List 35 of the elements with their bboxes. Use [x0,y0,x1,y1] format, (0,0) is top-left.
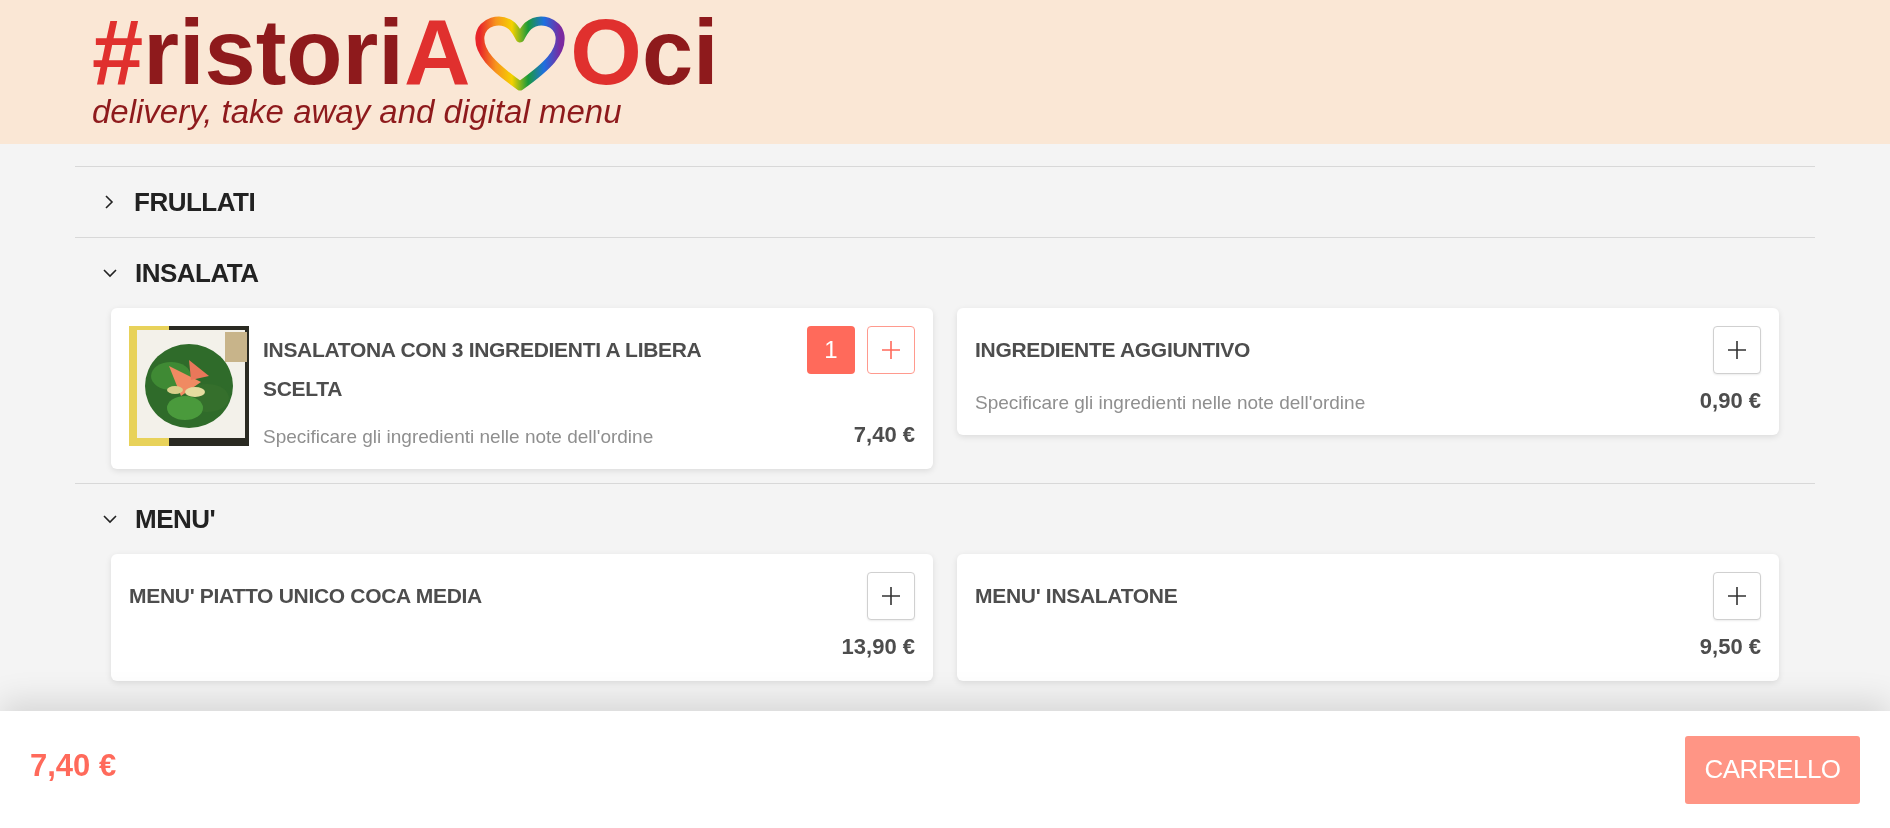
cart-total: 7,40 € [30,747,117,786]
chevron-right-icon[interactable] [105,195,114,209]
quantity-badge: 1 [807,326,855,374]
product-price: 0,90 € [1699,387,1761,415]
product-description: Specificare gli ingredienti nelle note dell'ordine [263,424,654,449]
plus-icon [881,340,901,360]
product-card[interactable]: INGREDIENTE AGGIUNTIVO Specificare gli ingredienti nelle note dell'ordine 0,90 € [957,308,1779,435]
plus-icon [881,586,901,606]
plus-icon [1727,586,1747,606]
product-description: Specificare gli ingredienti nelle note dell'ordine [975,390,1366,415]
product-card[interactable]: INSALATONA CON 3 INGREDIENTI A LIBERA SCELTA 1 Specificare gli ingredienti nelle note dell'ordine 7,40 € [111,308,933,469]
logo-text: A [403,8,471,96]
product-price: 13,90 € [841,633,915,661]
product-name: MENU' PIATTO UNICO COCA MEDIA [129,583,482,609]
logo-tagline: delivery, take away and digital menu [92,94,623,130]
product-name: INGREDIENTE AGGIUNTIVO [975,337,1250,363]
logo-text: ristori [143,8,404,96]
add-button[interactable] [1713,572,1761,620]
product-name: MENU' INSALATONE [975,583,1178,609]
product-name: INSALATONA CON 3 INGREDIENTI A LIBERA SCELTA [263,337,702,402]
add-button[interactable] [867,572,915,620]
product-card[interactable]: MENU' PIATTO UNICO COCA MEDIA 13,90 € [111,554,933,681]
section-title[interactable]: FRULLATI [134,182,256,222]
logo-text: # [92,8,144,96]
section-title[interactable]: MENU' [135,499,216,539]
product-price: 9,50 € [1699,633,1761,661]
logo-text: ci [641,8,719,96]
chevron-down-icon[interactable] [103,268,117,278]
plus-icon [1727,340,1747,360]
product-price: 7,40 € [853,421,915,449]
add-button[interactable] [1713,326,1761,374]
product-card[interactable]: MENU' INSALATONE 9,50 € [957,554,1779,681]
logo-text: O [570,8,642,96]
section-title[interactable]: INSALATA [135,253,259,293]
chevron-down-icon[interactable] [103,514,117,524]
